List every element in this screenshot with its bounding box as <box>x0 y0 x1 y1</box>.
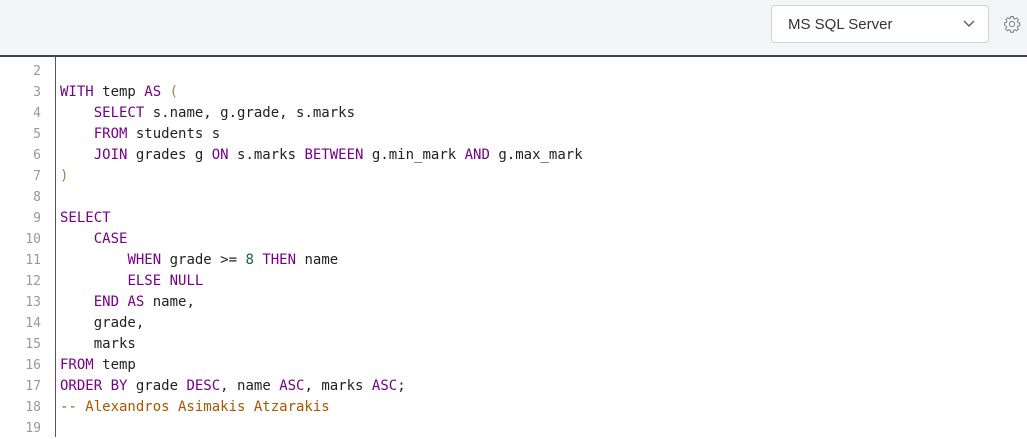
line-number: 11 <box>25 253 41 268</box>
line-number: 9 <box>33 211 41 226</box>
sql-token: s.name, g.grade, s.marks <box>144 105 356 121</box>
sql-keyword: ON <box>211 147 229 163</box>
sql-keyword: ASC <box>371 378 398 394</box>
sql-keyword: SELECT <box>60 210 111 226</box>
sql-keyword: WHEN <box>127 252 162 268</box>
line-number: 6 <box>33 148 41 163</box>
line-number: 4 <box>33 106 41 121</box>
line-number: 5 <box>33 127 41 142</box>
line-number: 10 <box>25 232 41 247</box>
line-number: 12 <box>25 274 41 289</box>
sql-token: temp <box>93 84 145 100</box>
line-code: FROM temp <box>60 355 136 376</box>
sql-keyword: AS <box>127 294 145 310</box>
sql-keyword: FROM <box>93 126 128 142</box>
sql-dialect-value: MS SQL Server <box>788 16 893 33</box>
line-number: 15 <box>25 337 41 352</box>
sql-dialect-select[interactable]: MS SQL Server <box>771 5 989 43</box>
line-code: FROM students s <box>60 124 220 145</box>
sql-token: ( <box>169 84 179 100</box>
sql-code-editor[interactable]: 2 3 WITH temp AS (4 SELECT s.name, g.grade… <box>0 57 1027 437</box>
line-number: 2 <box>33 64 41 79</box>
sql-token: g.max_mark <box>489 147 583 163</box>
sql-token: marks <box>60 336 136 352</box>
sql-token: students s <box>127 126 221 142</box>
sql-token: ; <box>397 378 406 394</box>
sql-keyword: BETWEEN <box>304 147 364 163</box>
line-number: 19 <box>25 421 41 436</box>
sql-keyword: AS <box>144 84 162 100</box>
sql-keyword: JOIN <box>93 147 128 163</box>
sql-token: s.marks <box>228 147 305 163</box>
line-code: WITH temp AS ( <box>60 82 178 103</box>
sql-token: grade <box>127 378 187 394</box>
sql-keyword: ASC <box>279 378 305 394</box>
sql-comment: -- Alexandros Asimakis Atzarakis <box>60 399 330 415</box>
sql-token: name <box>296 252 339 268</box>
sql-token: , marks <box>304 378 372 394</box>
sql-token: name, <box>144 294 195 310</box>
line-code: ) <box>60 166 68 187</box>
sql-keyword: END <box>93 294 120 310</box>
line-code: SELECT s.name, g.grade, s.marks <box>60 103 355 124</box>
line-code: grade, <box>60 313 145 334</box>
sql-token: grade >= <box>161 252 246 268</box>
line-code: ORDER BY grade DESC, name ASC, marks ASC… <box>60 376 406 397</box>
sql-token: grades g <box>127 147 212 163</box>
sql-keyword: THEN <box>262 252 297 268</box>
line-number: 13 <box>25 295 41 310</box>
line-number: 8 <box>33 190 41 205</box>
line-code: END AS name, <box>60 292 195 313</box>
sql-keyword: ELSE <box>127 273 162 289</box>
sql-keyword: NULL <box>169 273 204 289</box>
sql-token: ) <box>60 168 69 184</box>
line-number: 18 <box>25 400 41 415</box>
line-code: JOIN grades g ON s.marks BETWEEN g.min_m… <box>60 145 583 166</box>
sql-keyword: CASE <box>93 231 128 247</box>
chevron-down-icon <box>963 20 975 27</box>
line-number: 17 <box>25 379 41 394</box>
line-code: marks <box>60 334 136 355</box>
sql-keyword: FROM <box>60 357 94 373</box>
line-code: ELSE NULL <box>60 271 203 292</box>
line-number: 3 <box>33 85 41 100</box>
sql-keyword: SELECT <box>93 105 145 121</box>
sql-keyword: DESC <box>186 378 221 394</box>
line-number: 16 <box>25 358 41 373</box>
sql-number: 8 <box>245 252 254 268</box>
sql-keyword: ORDER BY <box>60 378 128 394</box>
line-code: CASE <box>60 229 128 250</box>
line-number: 7 <box>33 169 41 184</box>
line-code: WHEN grade >= 8 THEN name <box>60 250 338 271</box>
sql-keyword: WITH <box>60 84 94 100</box>
sql-token: , name <box>220 378 280 394</box>
gutter-divider <box>55 57 56 437</box>
gear-icon[interactable] <box>1003 15 1021 33</box>
sql-keyword: AND <box>464 147 490 163</box>
sql-token: temp <box>93 357 136 373</box>
toolbar: MS SQL Server <box>0 0 1027 57</box>
line-number: 14 <box>25 316 41 331</box>
sql-token: g.min_mark <box>363 147 465 163</box>
sql-token: grade, <box>60 315 145 331</box>
line-code: SELECT <box>60 208 111 229</box>
line-code: -- Alexandros Asimakis Atzarakis <box>60 397 330 418</box>
